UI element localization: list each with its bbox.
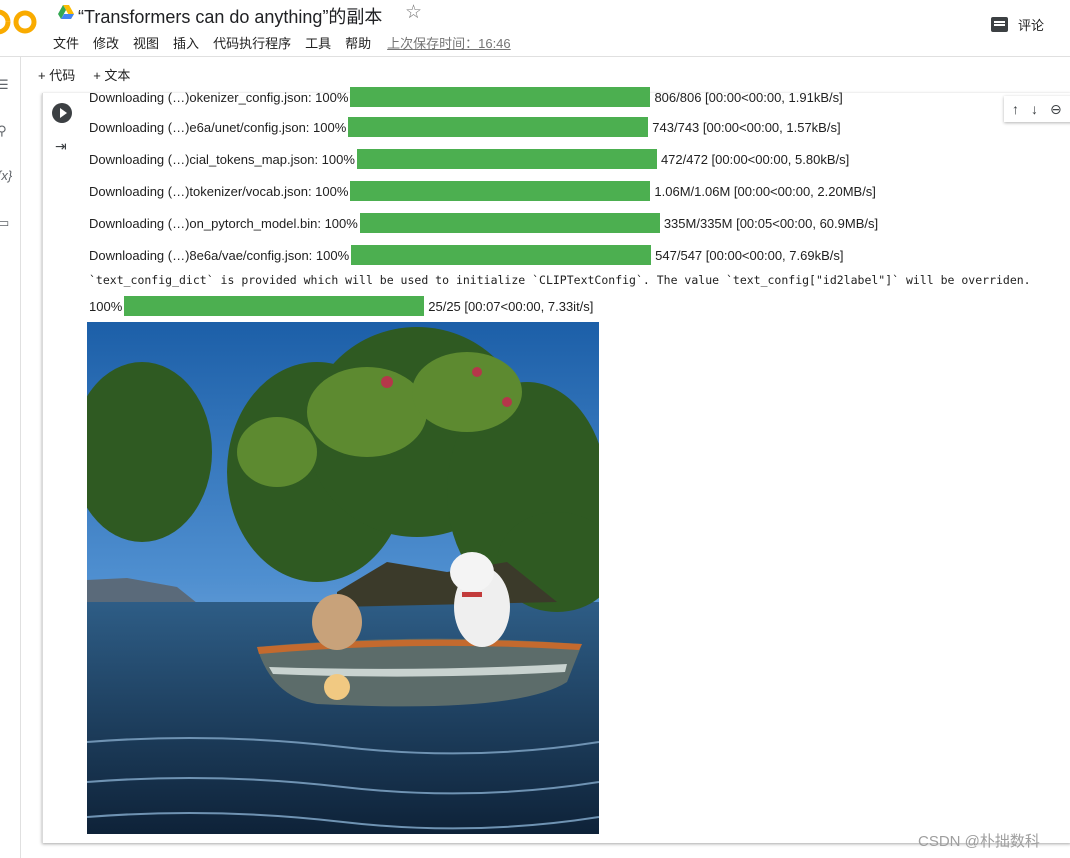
download-prefix: Downloading (…)cial_tokens_map.json: 100…	[89, 151, 355, 167]
download-stats: 335M/335M [00:05<00:00, 60.9MB/s]	[663, 215, 879, 231]
star-icon[interactable]: ☆	[405, 1, 422, 24]
download-line: Downloading (…)okenizer_config.json: 100…	[89, 87, 843, 107]
menu-bar: 文件 修改 视图 插入 代码执行程序 工具 帮助 上次保存时间：16:46	[53, 33, 525, 52]
menu-tools[interactable]: 工具	[305, 33, 331, 52]
watermark: CSDN @朴拙数科	[918, 833, 1040, 850]
colab-logo[interactable]	[0, 7, 38, 37]
comment-label: 评论	[1018, 18, 1045, 33]
download-prefix: Downloading (…)tokenizer/vocab.json: 100…	[89, 183, 349, 199]
generated-image	[87, 322, 599, 834]
download-line: Downloading (…)8e6a/vae/config.json: 100…	[89, 245, 843, 265]
move-down-icon[interactable]: ↓	[1031, 101, 1038, 117]
menu-file[interactable]: 文件	[53, 33, 79, 52]
menu-view[interactable]: 视图	[133, 33, 159, 52]
download-prefix: Downloading (…)on_pytorch_model.bin: 100…	[89, 215, 358, 231]
notebook-title[interactable]: “Transformers can do anything”的副本	[78, 3, 382, 29]
menu-icon[interactable]: ☰	[0, 77, 9, 93]
add-code-button[interactable]: + 代码	[38, 65, 75, 84]
warning-text: `text_config_dict` is provided which wil…	[89, 273, 1031, 287]
run-cell-button[interactable]	[52, 103, 72, 123]
left-sidebar: ☰ ⚲ {x} ▭	[0, 57, 21, 858]
download-stats: 547/547 [00:00<00:00, 7.69kB/s]	[655, 247, 844, 263]
download-prefix: Downloading (…)e6a/unet/config.json: 100…	[89, 119, 347, 135]
variables-icon[interactable]: {x}	[0, 168, 12, 183]
download-line: Downloading (…)e6a/unet/config.json: 100…	[89, 117, 841, 137]
download-stats: 743/743 [00:00<00:00, 1.57kB/s]	[652, 119, 841, 135]
download-progress-bar	[356, 149, 657, 169]
cell-actions: ↑ ↓ ⊖	[1004, 96, 1070, 122]
menu-insert[interactable]: 插入	[173, 33, 199, 52]
drive-icon	[58, 5, 74, 19]
download-line: Downloading (…)tokenizer/vocab.json: 100…	[89, 181, 876, 201]
final-progress-line: 100% 25/25 [00:07<00:00, 7.33it/s]	[89, 296, 593, 316]
download-progress-bar	[350, 181, 651, 201]
download-stats: 806/806 [00:00<00:00, 1.91kB/s]	[654, 89, 843, 105]
link-icon[interactable]: ⊖	[1050, 101, 1062, 118]
download-line: Downloading (…)on_pytorch_model.bin: 100…	[89, 213, 878, 233]
download-prefix: Downloading (…)okenizer_config.json: 100…	[89, 89, 349, 105]
download-progress-bar	[359, 213, 660, 233]
download-stats: 1.06M/1.06M [00:00<00:00, 2.20MB/s]	[654, 183, 876, 199]
final-progress-bar	[124, 296, 425, 316]
move-up-icon[interactable]: ↑	[1012, 101, 1019, 117]
download-prefix: Downloading (…)8e6a/vae/config.json: 100…	[89, 247, 350, 263]
last-saved-link[interactable]: 上次保存时间：16:46	[387, 33, 511, 52]
download-line: Downloading (…)cial_tokens_map.json: 100…	[89, 149, 849, 169]
download-progress-bar	[350, 87, 651, 107]
output-icon[interactable]: ⇥	[55, 138, 67, 155]
search-icon[interactable]: ⚲	[0, 123, 7, 139]
comment-button[interactable]: 评论	[991, 15, 1044, 34]
add-text-button[interactable]: + 文本	[93, 65, 130, 84]
final-progress-prefix: 100%	[89, 298, 123, 314]
download-progress-bar	[348, 117, 649, 137]
app-header: “Transformers can do anything”的副本 ☆ 文件 修…	[0, 0, 1070, 56]
header-divider	[0, 56, 1070, 57]
download-progress-bar	[351, 245, 652, 265]
menu-runtime[interactable]: 代码执行程序	[213, 33, 291, 52]
download-stats: 472/472 [00:00<00:00, 5.80kB/s]	[660, 151, 850, 167]
folder-icon[interactable]: ▭	[0, 215, 9, 231]
comment-icon	[991, 17, 1008, 32]
cell-toolbar: + 代码 + 文本	[38, 65, 130, 84]
menu-edit[interactable]: 修改	[93, 33, 119, 52]
final-progress-stats: 25/25 [00:07<00:00, 7.33it/s]	[428, 298, 594, 314]
menu-help[interactable]: 帮助	[345, 33, 371, 52]
